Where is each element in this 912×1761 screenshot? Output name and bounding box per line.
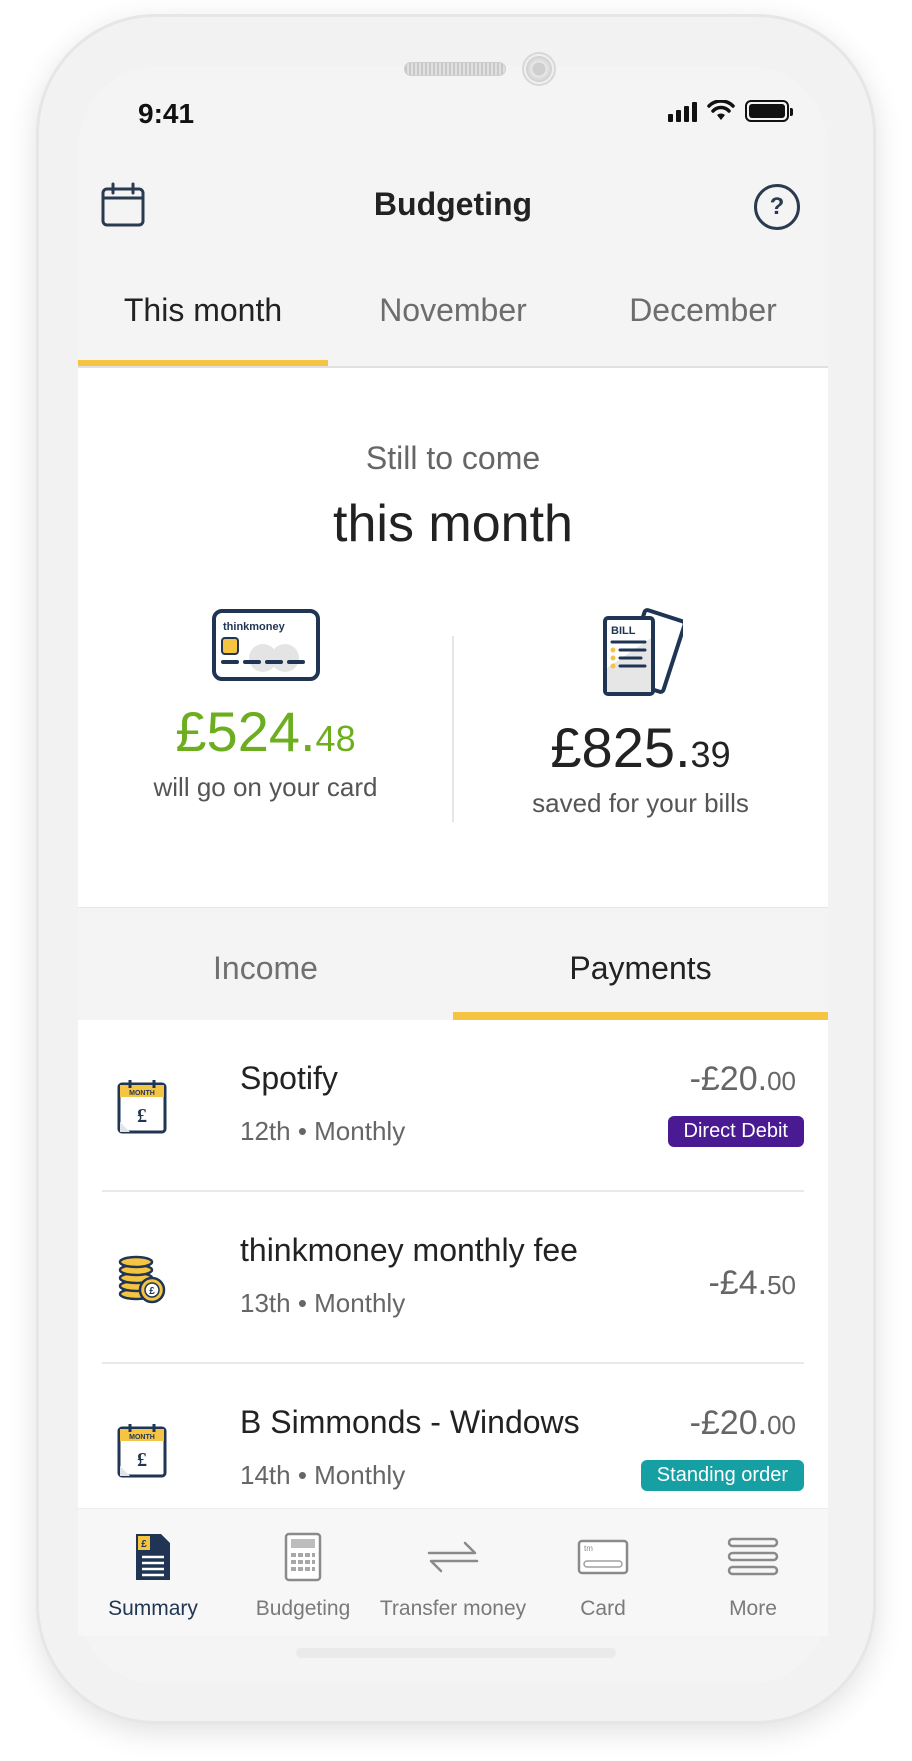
svg-text:£: £ <box>137 1449 147 1471</box>
payments-list: MONTH £ Spotify 12th • Monthly -£20.00 D… <box>78 1020 828 1540</box>
debit-card-icon: thinkmoney <box>211 609 320 681</box>
nav-card-label: Card <box>580 1597 626 1620</box>
card-icon: tm <box>577 1539 629 1575</box>
summary-title: this month <box>333 495 573 553</box>
summary-icon: £ <box>136 1534 170 1580</box>
nav-budgeting[interactable]: Budgeting <box>228 1509 378 1636</box>
tab-december[interactable]: December <box>578 260 828 368</box>
calendar-pound-icon: MONTH £ <box>117 1424 167 1478</box>
standing-order-badge: Standing order <box>640 1460 804 1491</box>
payment-name: B Simmonds - Windows <box>240 1404 580 1440</box>
card-amount-label: will go on your card <box>153 772 378 802</box>
payment-amount-main: -£4. <box>708 1264 768 1302</box>
nav-summary-label: Summary <box>108 1597 198 1620</box>
payment-meta: 13th • Monthly <box>240 1288 406 1318</box>
nav-more[interactable]: More <box>678 1509 828 1636</box>
status-icons <box>668 100 793 122</box>
summary-subtitle: Still to come <box>365 440 541 476</box>
month-tabs: This month November December <box>78 260 828 368</box>
calendar-icon-text: MONTH <box>129 1434 155 1441</box>
svg-text:£: £ <box>141 1539 147 1550</box>
wifi-icon <box>707 100 735 120</box>
status-time: 9:41 <box>138 98 195 129</box>
bills-amount-pence: 39 <box>690 734 731 775</box>
direct-debit-badge: Direct Debit <box>667 1116 804 1147</box>
tab-november[interactable]: November <box>328 260 578 368</box>
bills-amount-label: saved for your bills <box>532 788 749 818</box>
help-button[interactable]: ? <box>754 184 800 230</box>
bill-icon-text: BILL <box>611 625 636 637</box>
nav-more-label: More <box>729 1597 777 1620</box>
list-item[interactable]: £ thinkmoney monthly fee 13th • Monthly … <box>102 1192 804 1364</box>
nav-transfer-money[interactable]: Transfer money <box>378 1509 528 1636</box>
bills-amount: £825.39 <box>453 717 828 786</box>
payment-amount: -£20.00 <box>690 1404 796 1443</box>
payment-meta: 12th • Monthly <box>240 1116 406 1146</box>
battery-icon <box>745 100 793 122</box>
card-brand-text: thinkmoney <box>223 621 286 633</box>
bills-amount-main: £825. <box>550 716 691 779</box>
list-item[interactable]: MONTH £ Spotify 12th • Monthly -£20.00 D… <box>102 1020 804 1192</box>
nav-summary[interactable]: £ Summary <box>78 1509 228 1636</box>
speaker <box>404 62 506 76</box>
payment-name: thinkmoney monthly fee <box>240 1232 578 1268</box>
nav-budgeting-label: Budgeting <box>255 1597 351 1620</box>
card-amount: £524.48 <box>78 701 453 770</box>
signal-icon <box>668 100 697 122</box>
page-title: Budgeting <box>373 186 533 222</box>
bill-icon: BILL <box>602 608 687 696</box>
summary-card: Still to come this month thinkmoney £524… <box>78 368 828 908</box>
payment-amount: -£20.00 <box>690 1060 796 1099</box>
transfer-icon <box>427 1541 479 1573</box>
nav-card[interactable]: tm Card <box>528 1509 678 1636</box>
payment-amount-main: -£20. <box>689 1404 768 1442</box>
card-amount-main: £524. <box>175 700 316 763</box>
calculator-icon <box>284 1532 322 1582</box>
menu-icon <box>727 1537 779 1576</box>
tab-this-month[interactable]: This month <box>78 260 328 368</box>
tab-payments[interactable]: Payments <box>453 908 828 1020</box>
calendar-icon-text: MONTH <box>129 1090 155 1097</box>
payment-amount-pence: 00 <box>767 1066 796 1096</box>
tab-income[interactable]: Income <box>78 908 453 1020</box>
transaction-type-tabs: Income Payments <box>78 908 828 1020</box>
card-spend-summary: thinkmoney £524.48 will go on your card <box>78 608 453 803</box>
payment-amount: -£4.50 <box>708 1264 796 1303</box>
payment-amount-pence: 50 <box>767 1270 796 1300</box>
calendar-pound-icon: MONTH £ <box>117 1080 167 1134</box>
camera <box>522 52 556 86</box>
coins-icon: £ <box>118 1255 166 1304</box>
bottom-nav: £ Summary Budgeting Transfer money tm Ca… <box>78 1508 828 1636</box>
payment-amount-main: -£20. <box>689 1060 768 1098</box>
card-amount-pence: 48 <box>315 718 356 759</box>
nav-transfer-label: Transfer money <box>379 1597 527 1620</box>
payment-name: Spotify <box>240 1060 338 1096</box>
svg-text:tm: tm <box>584 1544 593 1553</box>
payment-amount-pence: 00 <box>767 1410 796 1440</box>
svg-text:£: £ <box>137 1105 147 1127</box>
home-indicator <box>296 1648 616 1658</box>
payment-meta: 14th • Monthly <box>240 1460 406 1490</box>
svg-text:£: £ <box>149 1286 155 1297</box>
bills-summary: BILL £825.39 saved for your bills <box>453 608 828 819</box>
